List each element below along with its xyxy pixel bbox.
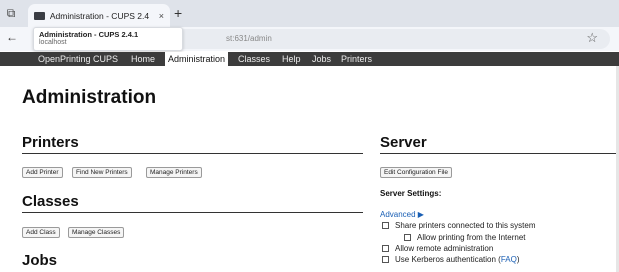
nav-brand[interactable]: OpenPrinting CUPS <box>38 52 118 66</box>
manage-classes-button[interactable]: Manage Classes <box>68 227 125 238</box>
nav-jobs[interactable]: Jobs <box>312 52 331 66</box>
kerberos-option: Use Kerberos authentication (FAQ) <box>382 255 520 264</box>
nav-help[interactable]: Help <box>282 52 301 66</box>
cups-favicon-icon <box>34 11 45 20</box>
share-printers-label: Share printers connected to this system <box>395 221 536 230</box>
address-text: st:631/admin <box>226 34 272 43</box>
page-title: Administration <box>22 87 157 108</box>
tab-overview-icon[interactable]: ⧉ <box>2 5 20 21</box>
back-arrow-icon[interactable]: ← <box>6 30 18 44</box>
bookmark-star-icon[interactable]: ☆ <box>586 30 598 46</box>
nav-printers[interactable]: Printers <box>341 52 372 66</box>
remote-admin-label: Allow remote administration <box>395 244 494 253</box>
tab-close-icon[interactable]: × <box>159 11 164 21</box>
cups-nav-bar: OpenPrinting CUPS Home Administration Cl… <box>0 52 619 66</box>
share-printers-option: Share printers connected to this system <box>382 221 536 230</box>
new-tab-button[interactable]: + <box>174 5 182 21</box>
share-printers-checkbox[interactable] <box>382 222 389 229</box>
add-printer-button[interactable]: Add Printer <box>22 167 63 178</box>
jobs-heading: Jobs <box>22 252 58 269</box>
add-class-button[interactable]: Add Class <box>22 227 60 238</box>
allow-internet-checkbox[interactable] <box>404 234 411 241</box>
kerberos-label-end: ) <box>516 255 520 264</box>
server-heading: Server <box>380 134 427 151</box>
browser-tab[interactable]: Administration - CUPS 2.4 × <box>28 4 170 27</box>
edit-configuration-file-button[interactable]: Edit Configuration File <box>380 167 452 178</box>
remote-admin-option: Allow remote administration <box>382 244 493 253</box>
manage-printers-button[interactable]: Manage Printers <box>146 167 202 178</box>
allow-internet-label: Allow printing from the Internet <box>417 233 526 242</box>
tab-title: Administration - CUPS 2.4 <box>49 10 150 21</box>
tab-hover-card: Administration - CUPS 2.4.1 localhost <box>33 27 183 51</box>
kerberos-label: Use Kerberos authentication ( <box>395 255 501 264</box>
server-settings-label: Server Settings: <box>380 189 442 198</box>
nav-classes[interactable]: Classes <box>238 52 270 66</box>
find-new-printers-button[interactable]: Find New Printers <box>72 167 132 178</box>
server-divider <box>380 153 619 154</box>
remote-admin-checkbox[interactable] <box>382 245 389 252</box>
nav-administration[interactable]: Administration <box>165 52 229 66</box>
browser-tab-bar: ⧉ Administration - CUPS 2.4 × + <box>0 0 619 27</box>
allow-internet-option: Allow printing from the Internet <box>404 233 526 242</box>
nav-home[interactable]: Home <box>131 52 155 66</box>
classes-heading: Classes <box>22 193 79 210</box>
printers-divider <box>22 153 363 154</box>
advanced-link[interactable]: Advanced ▶ <box>380 210 424 219</box>
hover-card-host: localhost <box>39 39 67 46</box>
kerberos-checkbox[interactable] <box>382 256 389 263</box>
classes-divider <box>22 212 363 213</box>
faq-link[interactable]: FAQ <box>501 255 517 264</box>
hover-card-title: Administration - CUPS 2.4.1 <box>39 30 139 39</box>
printers-heading: Printers <box>22 134 79 151</box>
